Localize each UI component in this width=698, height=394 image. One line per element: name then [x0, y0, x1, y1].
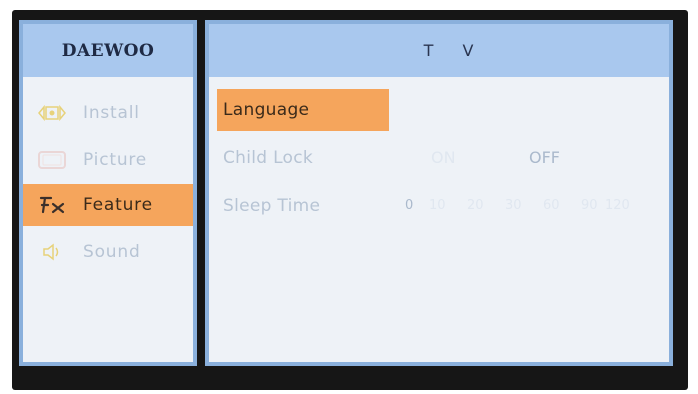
- sleep-time-option-120[interactable]: 120: [605, 185, 630, 227]
- menu-row-sleep-time[interactable]: Sleep Time 0 10 20 30 60 90 120: [209, 185, 669, 227]
- menu-label-child-lock: Child Lock: [223, 148, 314, 168]
- category-item-sound[interactable]: Sound: [23, 231, 193, 273]
- menu-label-language: Language: [223, 100, 310, 120]
- sleep-time-option-90[interactable]: 90: [581, 185, 598, 227]
- sleep-time-option-0[interactable]: 0: [405, 185, 413, 227]
- sleep-time-option-60[interactable]: 60: [543, 185, 560, 227]
- category-item-feature[interactable]: Feature: [23, 184, 193, 226]
- category-label-picture: Picture: [83, 150, 148, 170]
- child-lock-option-on[interactable]: ON: [431, 137, 456, 179]
- sleep-time-option-30[interactable]: 30: [505, 185, 522, 227]
- speaker-icon: [37, 241, 67, 263]
- panel-title: T V: [423, 41, 475, 60]
- child-lock-option-off[interactable]: OFF: [529, 137, 560, 179]
- osd-category-panel: DAEWOO Install Picture Feature Sound: [19, 20, 197, 366]
- category-label-install: Install: [83, 103, 140, 123]
- category-item-install[interactable]: Install: [23, 92, 193, 134]
- category-item-picture[interactable]: Picture: [23, 139, 193, 181]
- brand-header: DAEWOO: [23, 24, 193, 77]
- install-icon: [37, 102, 67, 124]
- category-label-feature: Feature: [83, 195, 153, 215]
- osd-feature-panel: T V Language Child Lock ON OFF Sleep Tim…: [205, 20, 673, 366]
- panel-header: T V: [209, 24, 669, 77]
- picture-icon: [37, 149, 67, 171]
- brand-logo: DAEWOO: [61, 40, 155, 61]
- menu-row-language[interactable]: Language: [209, 89, 669, 131]
- feature-fx-icon: [37, 194, 67, 216]
- menu-label-sleep-time: Sleep Time: [223, 196, 321, 216]
- menu-row-child-lock[interactable]: Child Lock ON OFF: [209, 137, 669, 179]
- sleep-time-option-10[interactable]: 10: [429, 185, 446, 227]
- sleep-time-option-20[interactable]: 20: [467, 185, 484, 227]
- category-label-sound: Sound: [83, 242, 141, 262]
